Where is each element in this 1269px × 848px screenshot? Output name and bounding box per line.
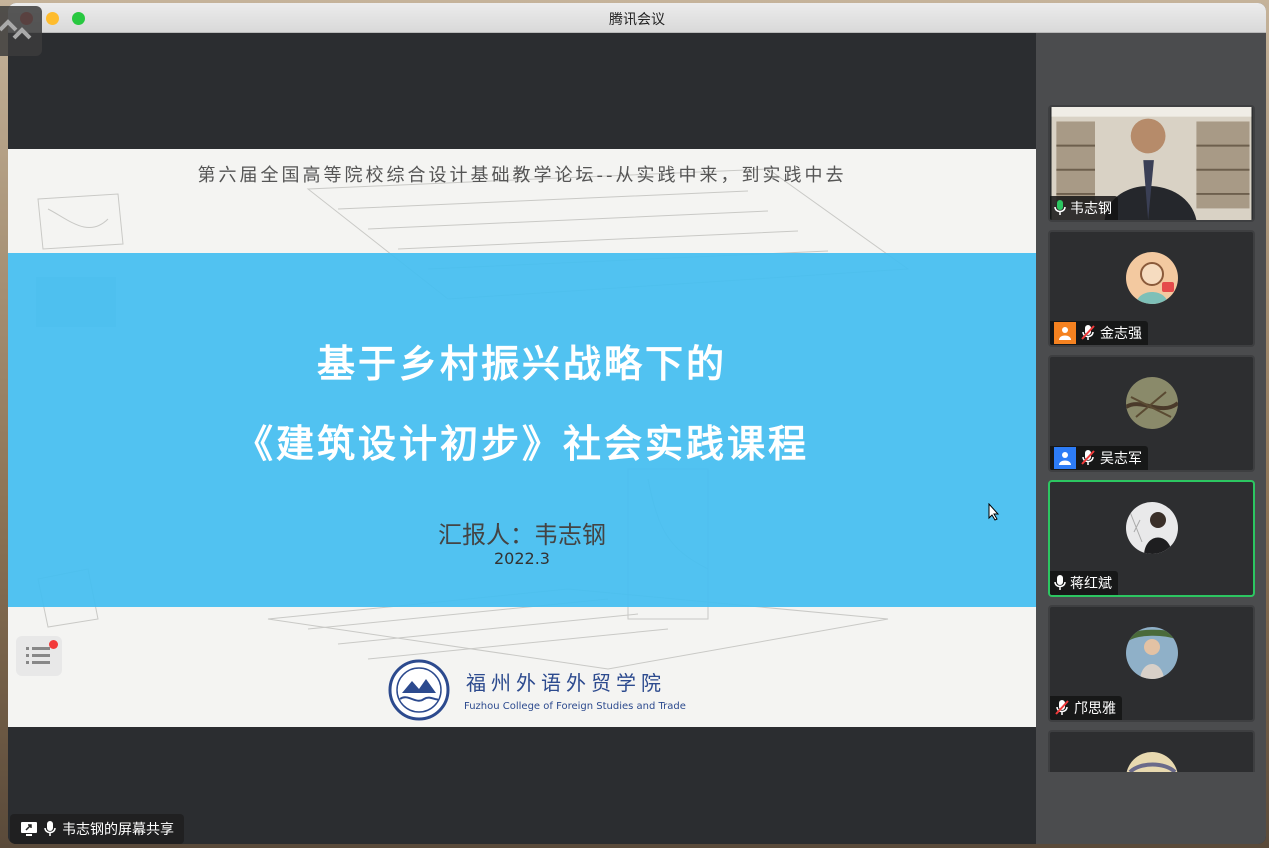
slide-reporter: 汇报人：韦志钢: [438, 521, 606, 549]
notification-dot: [49, 640, 58, 649]
college-name-en: Fuzhou College of Foreign Studies and Tr…: [464, 701, 686, 712]
participants-panel: 韦志钢 金志强 吴志军 蒋红斌 邝思雅: [1036, 33, 1266, 844]
participant-tile[interactable]: 吴志军: [1048, 355, 1255, 472]
muted-microphone-icon: [1055, 700, 1069, 715]
microphone-icon: [44, 821, 56, 836]
window-title: 腾讯会议: [609, 12, 665, 28]
participant-name-tag: 吴志军: [1050, 446, 1148, 470]
participant-name: 韦志钢: [1070, 201, 1112, 217]
avatar: [1126, 502, 1178, 554]
participant-tile[interactable]: 韦志钢: [1048, 105, 1255, 222]
microphone-icon: [1054, 575, 1066, 590]
participant-name-tag: 蒋红斌: [1050, 571, 1118, 595]
participant-name: 金志强: [1100, 326, 1142, 342]
avatar: [1126, 252, 1178, 304]
exit-fullscreen-button[interactable]: [0, 6, 42, 56]
meeting-window: 腾讯会议 第六届全国高等院校综合设计基础教学论坛--从实践中来，到实践中去 基于…: [8, 3, 1266, 844]
participant-tile-partial[interactable]: [1048, 730, 1255, 772]
participant-name-tag: 韦志钢: [1050, 196, 1118, 220]
slide-main-title-line1: 基于乡村振兴战略下的: [316, 342, 727, 386]
college-branding: 福州外语外贸学院 Fuzhou College of Foreign Studi…: [388, 659, 708, 723]
slide-main-title-line2: 《建筑设计初步》社会实践课程: [234, 422, 809, 466]
participant-name-tag: 邝思雅: [1050, 696, 1122, 720]
shared-screen-area: 第六届全国高等院校综合设计基础教学论坛--从实践中来，到实践中去 基于乡村振兴战…: [8, 33, 1036, 844]
slide-date: 2022.3: [494, 549, 550, 568]
participant-tile-active-speaker[interactable]: 蒋红斌: [1048, 480, 1255, 597]
avatar: [1126, 627, 1178, 679]
collapse-arrows-icon: [0, 19, 32, 40]
mouse-pointer-icon: [988, 503, 1000, 521]
college-logo-icon: [388, 659, 450, 721]
avatar: [1126, 752, 1178, 772]
person-icon: [1054, 447, 1076, 469]
avatar: [1126, 377, 1178, 429]
participant-tile[interactable]: 金志强: [1048, 230, 1255, 347]
screen-share-label: 韦志钢的屏幕共享: [10, 814, 184, 844]
title-band: 基于乡村振兴战略下的 《建筑设计初步》社会实践课程 汇报人：韦志钢 2022.3: [8, 253, 1036, 607]
list-icon: [26, 647, 50, 664]
presentation-slide: 第六届全国高等院校综合设计基础教学论坛--从实践中来，到实践中去 基于乡村振兴战…: [8, 149, 1036, 727]
participant-tile[interactable]: 邝思雅: [1048, 605, 1255, 722]
muted-microphone-icon: [1081, 325, 1095, 340]
chat-menu-button[interactable]: [16, 636, 62, 676]
forum-title: 第六届全国高等院校综合设计基础教学论坛--从实践中来，到实践中去: [197, 165, 847, 186]
title-bar: 腾讯会议: [8, 3, 1266, 33]
college-name-cn: 福州外语外贸学院: [466, 671, 666, 695]
screen-share-text: 韦志钢的屏幕共享: [62, 822, 174, 838]
person-icon: [1054, 322, 1076, 344]
participant-name: 邝思雅: [1074, 701, 1116, 717]
microphone-icon: [1054, 200, 1066, 215]
participant-name: 吴志军: [1100, 451, 1142, 467]
screen-share-icon: [21, 822, 37, 836]
participant-name: 蒋红斌: [1070, 576, 1112, 592]
participant-name-tag: 金志强: [1050, 321, 1148, 345]
muted-microphone-icon: [1081, 450, 1095, 465]
